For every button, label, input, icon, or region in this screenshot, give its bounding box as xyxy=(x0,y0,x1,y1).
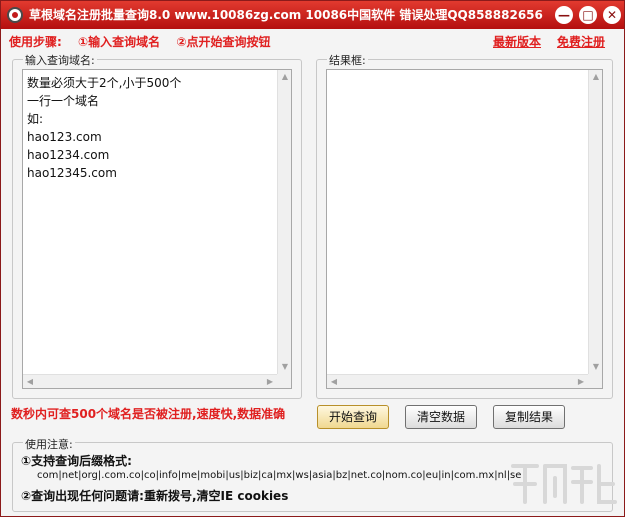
scroll-down-icon[interactable]: ▼ xyxy=(589,360,603,374)
scroll-up-icon[interactable]: ▲ xyxy=(278,70,292,84)
input-line: hao1234.com xyxy=(27,148,110,162)
input-line: 一行一个域名 xyxy=(27,94,100,108)
input-line: 如: xyxy=(27,112,44,126)
steps-label: 使用步骤: xyxy=(9,35,62,49)
start-query-button[interactable]: 开始查询 xyxy=(317,405,389,429)
result-group: 结果框: ▲ ▼ ◀ ▶ xyxy=(316,52,613,399)
input-line: 数量必须大于2个,小于500个 xyxy=(27,76,182,90)
result-horizontal-scrollbar[interactable]: ◀ ▶ xyxy=(327,374,588,388)
close-button[interactable]: ✕ xyxy=(603,6,621,24)
note-troubleshoot: ②查询出现任何问题请:重新拨号,清空IE cookies xyxy=(21,489,289,503)
latest-version-link[interactable]: 最新版本 xyxy=(493,33,541,50)
domain-input-textarea[interactable]: 数量必须大于2个,小于500个 一行一个域名 如: hao123.com hao… xyxy=(22,69,292,389)
scroll-up-icon[interactable]: ▲ xyxy=(589,70,603,84)
free-register-link[interactable]: 免费注册 xyxy=(557,33,605,50)
input-line: hao12345.com xyxy=(27,166,117,180)
domain-input-lines: 数量必须大于2个,小于500个 一行一个域名 如: hao123.com hao… xyxy=(27,74,181,182)
scroll-left-icon[interactable]: ◀ xyxy=(327,375,341,389)
step-two: ②点开始查询按钮 xyxy=(176,35,271,49)
input-group-label: 输入查询域名: xyxy=(23,52,97,68)
scroll-left-icon[interactable]: ◀ xyxy=(23,375,37,389)
input-line: hao123.com xyxy=(27,130,102,144)
input-vertical-scrollbar[interactable]: ▲ ▼ xyxy=(277,70,291,374)
copy-result-button[interactable]: 复制结果 xyxy=(493,405,565,429)
title-bar[interactable]: 草根域名注册批量查询8.0 www.10086zg.com 10086中国软件 … xyxy=(1,1,624,29)
scroll-down-icon[interactable]: ▼ xyxy=(278,360,292,374)
scroll-right-icon[interactable]: ▶ xyxy=(263,375,277,389)
usage-steps: 使用步骤: ①输入查询域名 ②点开始查询按钮 xyxy=(9,33,283,50)
watermark-logo-icon xyxy=(511,464,617,504)
scroll-right-icon[interactable]: ▶ xyxy=(574,375,588,389)
scroll-corner xyxy=(277,374,291,388)
note-supported-suffixes: ①支持查询后缀格式: xyxy=(21,454,132,468)
scroll-corner xyxy=(588,374,602,388)
result-vertical-scrollbar[interactable]: ▲ ▼ xyxy=(588,70,602,374)
app-logo-icon xyxy=(7,7,23,23)
minimize-button[interactable]: — xyxy=(555,6,573,24)
result-group-label: 结果框: xyxy=(327,52,368,68)
window-title: 草根域名注册批量查询8.0 www.10086zg.com 10086中国软件 … xyxy=(29,8,543,22)
maximize-button[interactable]: □ xyxy=(579,6,597,24)
suffix-list: com|net|org|.com.co|co|info|me|mobi|us|b… xyxy=(37,470,522,481)
input-horizontal-scrollbar[interactable]: ◀ ▶ xyxy=(23,374,277,388)
step-one: ①输入查询域名 xyxy=(78,35,161,49)
clear-data-button[interactable]: 清空数据 xyxy=(405,405,477,429)
app-window: 草根域名注册批量查询8.0 www.10086zg.com 10086中国软件 … xyxy=(0,0,625,517)
result-textarea[interactable]: ▲ ▼ ◀ ▶ xyxy=(326,69,603,389)
notes-title: 使用注意: xyxy=(23,436,75,452)
input-domain-group: 输入查询域名: 数量必须大于2个,小于500个 一行一个域名 如: hao123… xyxy=(12,52,302,399)
promo-text: 数秒内可查500个域名是否被注册,速度快,数据准确 xyxy=(11,407,286,421)
